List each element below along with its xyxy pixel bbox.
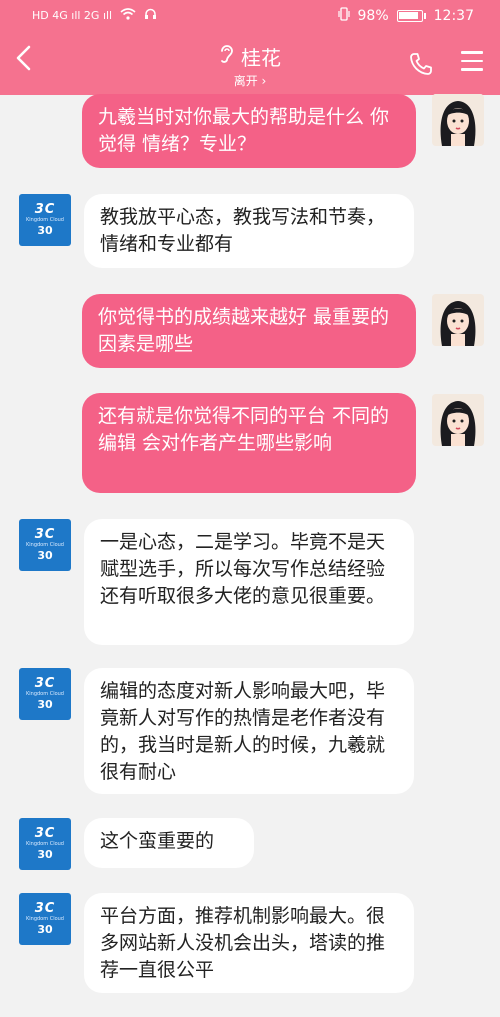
chat-title-area[interactable]: 桂花 离开 › [150, 42, 350, 89]
avatar[interactable] [432, 394, 484, 446]
avatar[interactable] [432, 94, 484, 146]
ear-icon [219, 44, 233, 69]
message-bubble-outgoing[interactable]: 还有就是你觉得不同的平台 不同的编辑 会对作者产生哪些影响 [82, 393, 416, 493]
back-button[interactable] [14, 44, 34, 76]
menu-icon [461, 51, 483, 54]
status-bar: HD 4G ıll 2G ıll 98% 12:37 [0, 0, 500, 32]
avatar[interactable] [432, 294, 484, 346]
signal-text: HD 4G ıll 2G ıll [32, 9, 113, 22]
headphone-icon [144, 8, 157, 23]
chat-header: HD 4G ıll 2G ıll 98% 12:37 桂花 离开 › [0, 0, 500, 95]
phone-icon [410, 53, 432, 75]
message-bubble-incoming[interactable]: 教我放平心态，教我写法和节奏，情绪和专业都有 [84, 194, 414, 268]
status-right: 98% 12:37 [337, 7, 474, 25]
clock: 12:37 [433, 8, 474, 24]
menu-button[interactable] [461, 51, 483, 71]
avatar[interactable]: 3C Kingdom Cloud 30 [19, 668, 71, 720]
message-bubble-incoming[interactable]: 编辑的态度对新人影响最大吧，毕竟新人对写作的热情是老作者没有的，我当时是新人的时… [84, 668, 414, 794]
chevron-left-icon [16, 45, 31, 71]
avatar[interactable]: 3C Kingdom Cloud 30 [19, 818, 71, 870]
message-bubble-incoming[interactable]: 这个蛮重要的 [84, 818, 254, 868]
battery-percent: 98% [357, 8, 389, 24]
message-bubble-outgoing[interactable]: 九羲当时对你最大的帮助是什么 你觉得 情绪？专业？ [82, 94, 416, 168]
message-bubble-incoming[interactable]: 一是心态，二是学习。毕竟不是天赋型选手，所以每次写作总结经验还有听取很多大佬的意… [84, 519, 414, 645]
message-bubble-outgoing[interactable]: 你觉得书的成绩越来越好 最重要的因素是哪些 [82, 294, 416, 368]
avatar[interactable]: 3C Kingdom Cloud 30 [19, 194, 71, 246]
vibrate-icon [337, 7, 350, 25]
chat-title: 桂花 [241, 46, 281, 70]
message-bubble-incoming[interactable]: 平台方面，推荐机制影响最大。很多网站新人没机会出头，塔读的推荐一直很公平 [84, 893, 414, 993]
avatar[interactable]: 3C Kingdom Cloud 30 [19, 893, 71, 945]
signal-indicators: HD 4G ıll 2G ıll [32, 8, 157, 23]
battery-icon [396, 10, 423, 22]
chat-status[interactable]: 离开 › [150, 72, 350, 89]
wifi-icon [120, 8, 136, 23]
phone-button[interactable] [408, 51, 434, 83]
avatar[interactable]: 3C Kingdom Cloud 30 [19, 519, 71, 571]
